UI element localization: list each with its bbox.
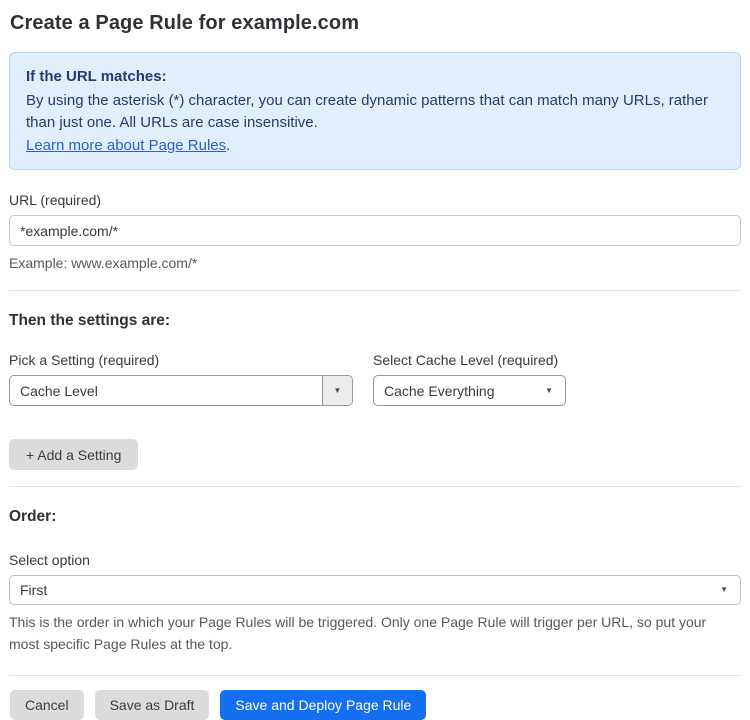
chevron-down-icon: ▼ <box>545 385 553 395</box>
cancel-button[interactable]: Cancel <box>10 690 84 720</box>
order-helper-text: This is the order in which your Page Rul… <box>9 614 707 652</box>
add-setting-button[interactable]: + Add a Setting <box>9 439 139 470</box>
url-input[interactable] <box>9 215 741 246</box>
order-select-value: First <box>20 582 48 598</box>
form-actions: Cancel Save as Draft Save and Deploy Pag… <box>10 690 741 720</box>
settings-row: Pick a Setting (required) Cache Level ▼ … <box>9 330 741 406</box>
section-divider <box>9 290 741 291</box>
order-section-heading: Order: <box>9 508 57 525</box>
url-field-helper: Example: www.example.com/* <box>9 255 198 271</box>
settings-section-heading: Then the settings are: <box>9 312 171 329</box>
setting-column: Pick a Setting (required) Cache Level ▼ <box>9 330 353 406</box>
setting-select[interactable]: Cache Level ▼ <box>9 375 353 406</box>
cache-level-select-value: Cache Everything <box>384 382 495 399</box>
create-page-rule-form: Create a Page Rule for example.com If th… <box>0 0 750 720</box>
save-deploy-button[interactable]: Save and Deploy Page Rule <box>220 690 427 720</box>
info-box-heading: If the URL matches: <box>26 68 167 85</box>
url-field-label: URL (required) <box>9 192 102 208</box>
section-divider <box>9 675 741 676</box>
chevron-down-icon: ▼ <box>322 376 352 405</box>
section-divider <box>9 486 741 487</box>
setting-select-value: Cache Level <box>20 382 98 399</box>
cache-level-select[interactable]: Cache Everything ▼ <box>373 375 566 406</box>
info-box-body: By using the asterisk (*) character, you… <box>26 92 708 131</box>
order-select-label: Select option <box>9 552 90 568</box>
save-draft-button[interactable]: Save as Draft <box>94 690 210 720</box>
info-link-period: . <box>226 137 231 154</box>
cache-level-column: Select Cache Level (required) Cache Ever… <box>373 330 566 406</box>
page-title: Create a Page Rule for example.com <box>10 12 360 34</box>
setting-select-label: Pick a Setting (required) <box>9 352 160 368</box>
learn-more-link[interactable]: Learn more about Page Rules <box>26 137 226 154</box>
chevron-down-icon: ▼ <box>720 585 728 594</box>
cache-level-select-label: Select Cache Level (required) <box>373 352 559 368</box>
url-match-info-box: If the URL matches: By using the asteris… <box>9 52 741 170</box>
info-link-row: Learn more about Page Rules. <box>26 135 724 157</box>
order-select[interactable]: First ▼ <box>9 575 741 605</box>
